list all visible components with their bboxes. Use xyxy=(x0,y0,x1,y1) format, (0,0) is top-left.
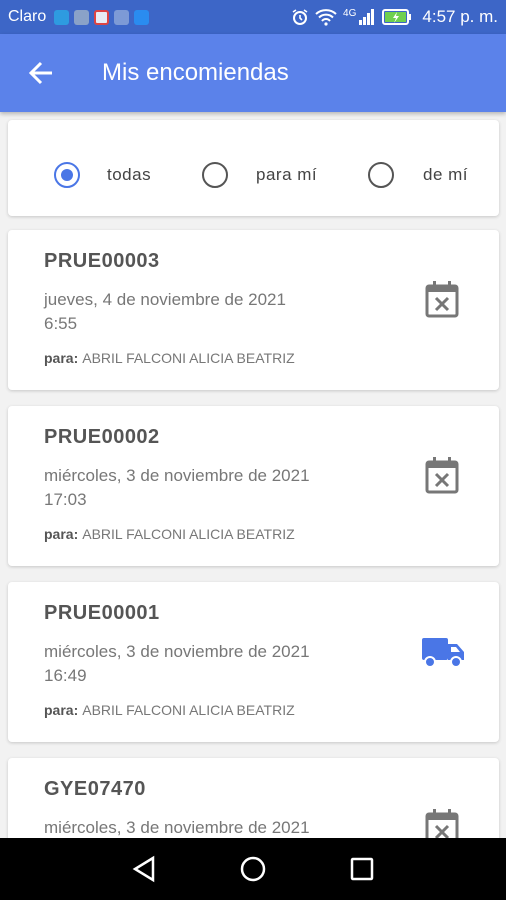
circle-home-icon xyxy=(240,856,266,882)
shipment-datetime: jueves, 4 de noviembre de 2021 6:55 xyxy=(44,288,286,336)
recipient-label: para: xyxy=(44,702,79,718)
shipment-datetime: miércoles, 3 de noviembre de 2021 17:03 xyxy=(44,464,310,512)
notification-icons xyxy=(54,9,150,25)
calendar-x-icon xyxy=(425,457,459,494)
filter-option-label: todas xyxy=(107,165,152,184)
alarm-icon xyxy=(292,9,308,25)
shipment-time: 16:49 xyxy=(44,666,87,685)
page-title: Mis encomiendas xyxy=(102,59,289,86)
signal-icon xyxy=(359,9,375,25)
nav-recents-button[interactable] xyxy=(342,849,382,889)
shipment-card[interactable]: PRUE00003 jueves, 4 de noviembre de 2021… xyxy=(8,230,499,390)
radio-de-mi[interactable] xyxy=(368,162,394,188)
recipient-name: ABRIL FALCONI ALICIA BEATRIZ xyxy=(82,702,295,718)
arrow-back-icon xyxy=(28,61,52,85)
recipient-label: para: xyxy=(44,350,79,366)
nav-home-button[interactable] xyxy=(233,849,273,889)
battery-charging-icon xyxy=(382,9,412,25)
shipment-datetime: miércoles, 3 de noviembre de 2021 xyxy=(44,816,310,838)
recipient-name: ABRIL FALCONI ALICIA BEATRIZ xyxy=(82,350,295,366)
shipment-recipient: para: ABRIL FALCONI ALICIA BEATRIZ xyxy=(44,702,295,718)
wifi-icon xyxy=(315,9,337,26)
filter-card: todas para mí de mí xyxy=(8,120,499,216)
recipient-name: ABRIL FALCONI ALICIA BEATRIZ xyxy=(82,526,295,542)
shipments-list[interactable]: todas para mí de mí PRUE00003 jueves, 4 … xyxy=(0,112,506,838)
back-button[interactable] xyxy=(0,34,82,112)
gmail-notification-icon xyxy=(94,9,110,25)
shipment-date: miércoles, 3 de noviembre de 2021 xyxy=(44,642,310,661)
system-navigation-bar xyxy=(0,838,506,900)
square-recents-icon xyxy=(350,857,373,881)
shipment-date: miércoles, 3 de noviembre de 2021 xyxy=(44,818,310,837)
status-bar: Claro 4G 4:57 p. m. xyxy=(0,0,506,34)
shipment-time: 17:03 xyxy=(44,490,87,509)
network-type-label: 4G xyxy=(343,7,357,19)
messenger-notification-icon xyxy=(134,9,150,25)
radio-para-mi[interactable] xyxy=(202,162,228,188)
app-notification-icon xyxy=(54,9,70,25)
screenshot-notification-icon xyxy=(114,9,130,25)
shipment-code: PRUE00002 xyxy=(44,426,160,448)
gallery-notification-icon xyxy=(74,9,90,25)
filter-option-de-mi[interactable]: de mí xyxy=(368,162,468,188)
shipment-date: miércoles, 3 de noviembre de 2021 xyxy=(44,466,310,485)
filter-option-label: de mí xyxy=(423,165,469,184)
triangle-back-icon xyxy=(132,855,155,883)
shipment-code: GYE07470 xyxy=(44,778,146,800)
app-bar: Mis encomiendas xyxy=(0,34,506,112)
filter-option-para-mi[interactable]: para mí xyxy=(202,162,317,188)
shipment-code: PRUE00003 xyxy=(44,250,160,272)
shipment-code: PRUE00001 xyxy=(44,602,160,624)
calendar-x-icon xyxy=(425,809,459,838)
carrier-name: Claro xyxy=(8,8,47,25)
shipment-card[interactable]: GYE07470 miércoles, 3 de noviembre de 20… xyxy=(8,758,499,838)
shipment-date: jueves, 4 de noviembre de 2021 xyxy=(44,290,286,309)
calendar-x-icon xyxy=(425,281,459,318)
shipment-card[interactable]: PRUE00002 miércoles, 3 de noviembre de 2… xyxy=(8,406,499,566)
shipment-recipient: para: ABRIL FALCONI ALICIA BEATRIZ xyxy=(44,350,295,366)
clock-time: 4:57 p. m. xyxy=(422,7,498,26)
shipment-time: 6:55 xyxy=(44,314,78,333)
recipient-label: para: xyxy=(44,526,79,542)
shipment-datetime: miércoles, 3 de noviembre de 2021 16:49 xyxy=(44,640,310,688)
filter-option-todas[interactable]: todas xyxy=(54,162,151,188)
radio-todas[interactable] xyxy=(54,162,80,188)
truck-icon xyxy=(422,638,464,668)
nav-back-button[interactable] xyxy=(124,849,164,889)
shipment-recipient: para: ABRIL FALCONI ALICIA BEATRIZ xyxy=(44,526,295,542)
shipment-card[interactable]: PRUE00001 miércoles, 3 de noviembre de 2… xyxy=(8,582,499,742)
filter-option-label: para mí xyxy=(256,165,318,184)
